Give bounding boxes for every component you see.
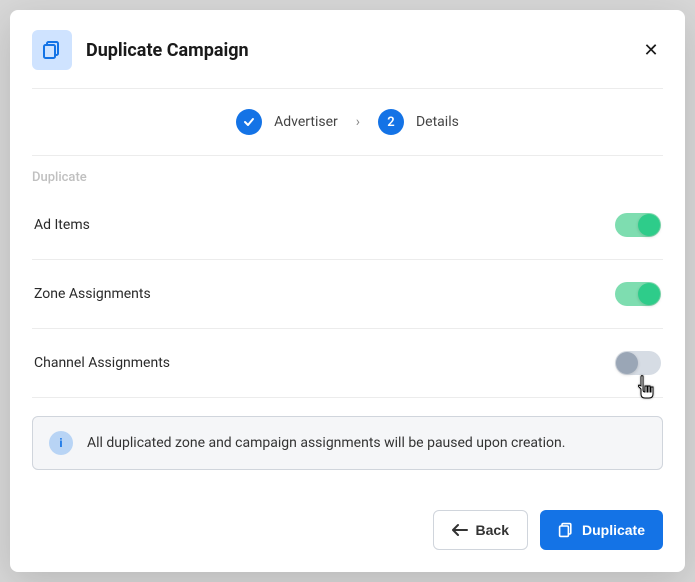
duplicate-header-icon (32, 30, 72, 70)
toggle-ad-items[interactable] (615, 213, 661, 237)
option-label: Ad Items (34, 217, 90, 233)
toggle-knob (616, 352, 638, 374)
close-button[interactable]: ✕ (639, 38, 663, 62)
toggle-knob (638, 214, 660, 236)
step-label: Details (416, 114, 459, 130)
close-icon: ✕ (643, 40, 658, 61)
option-row-channel-assignments: Channel Assignments (32, 329, 663, 398)
chevron-right-icon: › (356, 114, 360, 130)
back-button-label: Back (476, 522, 509, 538)
option-label: Channel Assignments (34, 355, 170, 371)
step-done-icon (236, 109, 262, 135)
copy-icon (42, 40, 62, 60)
modal-footer: Back Duplicate (10, 492, 685, 572)
duplicate-campaign-modal: Duplicate Campaign ✕ Advertiser › 2 Deta… (10, 10, 685, 572)
toggle-channel-assignments[interactable] (615, 351, 661, 375)
toggle-knob (638, 283, 660, 305)
stepper-step-details[interactable]: 2 Details (378, 109, 459, 135)
modal-title: Duplicate Campaign (86, 40, 639, 61)
option-row-ad-items: Ad Items (32, 191, 663, 260)
step-number-badge: 2 (378, 109, 404, 135)
step-label: Advertiser (274, 114, 338, 130)
info-banner: i All duplicated zone and campaign assig… (32, 416, 663, 470)
toggle-zone-assignments[interactable] (615, 282, 661, 306)
info-text: All duplicated zone and campaign assignm… (87, 435, 565, 451)
check-icon (243, 116, 255, 128)
stepper: Advertiser › 2 Details (10, 89, 685, 155)
duplicate-button[interactable]: Duplicate (540, 510, 663, 550)
option-row-zone-assignments: Zone Assignments (32, 260, 663, 329)
info-icon: i (49, 431, 73, 455)
section-label: Duplicate (10, 156, 685, 191)
option-label: Zone Assignments (34, 286, 151, 302)
back-button[interactable]: Back (433, 510, 528, 550)
modal-header: Duplicate Campaign ✕ (10, 10, 685, 88)
duplicate-button-label: Duplicate (582, 522, 645, 538)
stepper-step-advertiser[interactable]: Advertiser (236, 109, 338, 135)
arrow-left-icon (452, 523, 468, 537)
copy-icon (558, 522, 574, 538)
